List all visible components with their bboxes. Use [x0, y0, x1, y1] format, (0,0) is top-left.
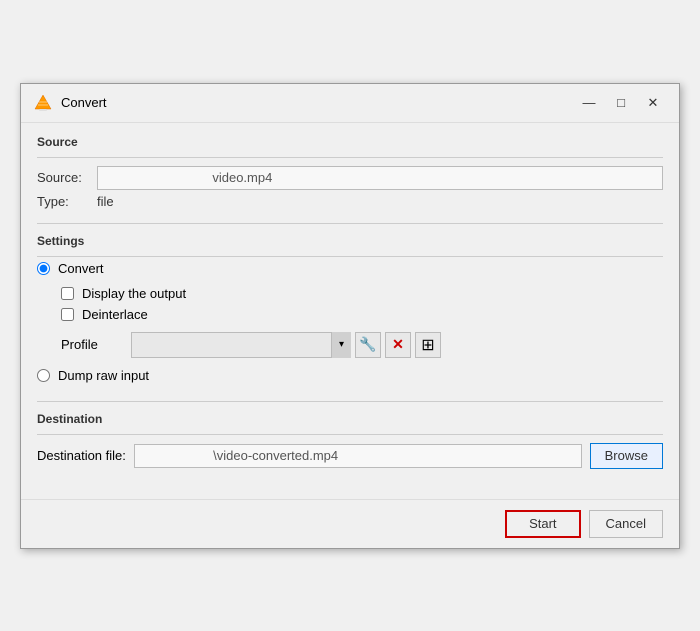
- settings-group: Settings Convert Display the output Dein…: [37, 234, 663, 387]
- divider-1: [37, 223, 663, 224]
- display-output-row: Display the output: [61, 286, 663, 301]
- profile-new-button[interactable]: ⊞: [415, 332, 441, 358]
- dump-radio[interactable]: [37, 369, 50, 382]
- browse-button[interactable]: Browse: [590, 443, 663, 469]
- type-field-row: Type: file: [37, 194, 663, 209]
- profile-edit-button[interactable]: 🔧: [355, 332, 381, 358]
- titlebar: Convert — □ ✕: [21, 84, 679, 123]
- main-window: Convert — □ ✕ Source Source: Type: file: [20, 83, 680, 549]
- deinterlace-checkbox[interactable]: [61, 308, 74, 321]
- maximize-button[interactable]: □: [607, 92, 635, 114]
- destination-input[interactable]: [134, 444, 582, 468]
- convert-radio-row: Convert: [37, 261, 663, 276]
- source-group-label: Source: [37, 135, 663, 149]
- deinterlace-label[interactable]: Deinterlace: [82, 307, 148, 322]
- profile-select-wrapper: ▾: [131, 332, 351, 358]
- dump-radio-label[interactable]: Dump raw input: [58, 368, 149, 383]
- type-value: file: [97, 194, 114, 209]
- cancel-button[interactable]: Cancel: [589, 510, 663, 538]
- destination-field-row: Destination file: Browse: [37, 443, 663, 469]
- destination-group-content: Destination file: Browse: [37, 434, 663, 469]
- start-button[interactable]: Start: [505, 510, 580, 538]
- minimize-button[interactable]: —: [575, 92, 603, 114]
- source-label: Source:: [37, 170, 97, 185]
- profile-label: Profile: [61, 337, 131, 352]
- source-group-content: Source: Type: file: [37, 157, 663, 209]
- vlc-icon: [33, 93, 53, 113]
- dest-file-label: Destination file:: [37, 448, 126, 463]
- checkbox-group: Display the output Deinterlace: [61, 286, 663, 322]
- divider-2: [37, 401, 663, 402]
- display-output-checkbox[interactable]: [61, 287, 74, 300]
- titlebar-controls: — □ ✕: [575, 92, 667, 114]
- source-field-row: Source:: [37, 166, 663, 190]
- profile-select-container: ▾ 🔧 ✕ ⊞: [131, 332, 441, 358]
- source-input[interactable]: [97, 166, 663, 190]
- content-area: Source Source: Type: file Settings: [21, 123, 679, 499]
- profile-select[interactable]: [131, 332, 351, 358]
- source-group: Source Source: Type: file: [37, 135, 663, 209]
- profile-row: Profile ▾ 🔧 ✕: [61, 332, 663, 358]
- destination-group-label: Destination: [37, 412, 663, 426]
- convert-radio-label[interactable]: Convert: [58, 261, 104, 276]
- settings-group-content: Convert Display the output Deinterlace P: [37, 256, 663, 387]
- grid-icon: ⊞: [421, 335, 434, 355]
- dump-radio-row: Dump raw input: [37, 368, 663, 383]
- wrench-icon: 🔧: [359, 336, 376, 353]
- display-output-label[interactable]: Display the output: [82, 286, 186, 301]
- convert-radio[interactable]: [37, 262, 50, 275]
- close-button[interactable]: ✕: [639, 92, 667, 114]
- destination-group: Destination Destination file: Browse: [37, 412, 663, 469]
- type-label: Type:: [37, 194, 97, 209]
- settings-group-label: Settings: [37, 234, 663, 248]
- deinterlace-row: Deinterlace: [61, 307, 663, 322]
- bottom-bar: Start Cancel: [21, 499, 679, 548]
- profile-delete-button[interactable]: ✕: [385, 332, 411, 358]
- window-title: Convert: [61, 95, 575, 110]
- delete-icon: ✕: [392, 336, 404, 353]
